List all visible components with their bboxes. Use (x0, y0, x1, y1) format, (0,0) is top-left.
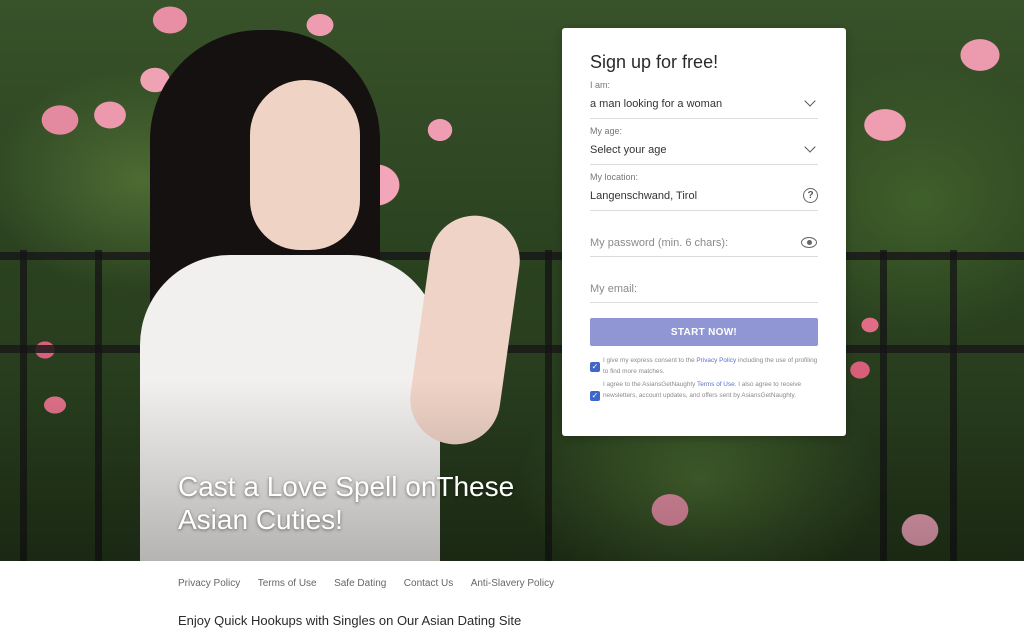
footer-link-terms-of-use[interactable]: Terms of Use (258, 578, 317, 589)
terms-consent-text: I agree to the AsiansGetNaughty Terms of… (603, 380, 818, 401)
chevron-down-icon (804, 95, 816, 107)
hero-heading: Cast a Love Spell onThese Asian Cuties! (178, 470, 558, 536)
eye-icon[interactable] (801, 237, 817, 248)
consent-text-part: I agree to the AsiansGetNaughty (603, 381, 698, 388)
privacy-consent-text: I give my express consent to the Privacy… (603, 356, 818, 377)
password-placeholder: My password (min. 6 chars): (590, 237, 729, 249)
email-field[interactable]: My email: (590, 264, 818, 303)
hero-heading-line2: Asian Cuties! (178, 504, 343, 535)
email-placeholder: My email: (590, 283, 638, 295)
signup-card: Sign up for free! I am: a man looking fo… (562, 28, 846, 436)
hero-heading-line1: Cast a Love Spell onThese (178, 471, 515, 502)
gender-value: a man looking for a woman (590, 98, 723, 110)
location-label: My location: (590, 172, 639, 182)
footer-link-privacy-policy[interactable]: Privacy Policy (178, 578, 240, 589)
help-icon[interactable]: ? (803, 188, 818, 203)
location-field[interactable]: My location: Langenschwand, Tirol ? (590, 172, 818, 211)
terms-consent: ✓ I agree to the AsiansGetNaughty Terms … (590, 380, 820, 412)
woman-face (250, 80, 360, 250)
consent-text-part: I give my express consent to the (603, 357, 697, 364)
privacy-consent: ✓ I give my express consent to the Priva… (590, 356, 820, 378)
gender-label: I am: (590, 80, 611, 90)
terms-of-use-link[interactable]: Terms of Use (697, 381, 735, 388)
location-value: Langenschwand, Tirol (590, 190, 698, 202)
gender-select[interactable]: I am: a man looking for a woman (590, 80, 818, 119)
age-label: My age: (590, 126, 623, 136)
hero-photo: Cast a Love Spell onThese Asian Cuties! (0, 0, 1024, 561)
privacy-policy-link[interactable]: Privacy Policy (696, 357, 736, 364)
footer-link-contact-us[interactable]: Contact Us (404, 578, 453, 589)
chevron-down-icon (804, 141, 816, 153)
age-select[interactable]: My age: Select your age (590, 126, 818, 165)
terms-consent-checkbox[interactable]: ✓ (590, 391, 600, 401)
footer-link-safe-dating[interactable]: Safe Dating (334, 578, 386, 589)
privacy-consent-checkbox[interactable]: ✓ (590, 362, 600, 372)
start-now-button[interactable]: START NOW! (590, 318, 818, 346)
age-value: Select your age (590, 144, 667, 156)
password-field[interactable]: My password (min. 6 chars): (590, 218, 818, 257)
footer-link-anti-slavery-policy[interactable]: Anti-Slavery Policy (471, 578, 554, 589)
signup-title: Sign up for free! (590, 52, 719, 72)
footer-links: Privacy Policy Terms of Use Safe Dating … (178, 573, 567, 589)
footer-heading: Enjoy Quick Hookups with Singles on Our … (178, 613, 522, 628)
